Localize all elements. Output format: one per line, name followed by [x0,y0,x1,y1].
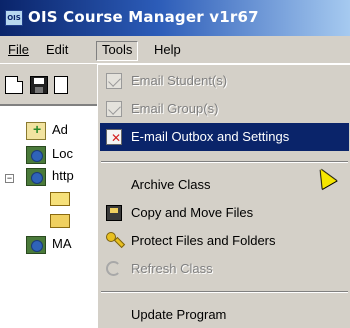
tree-node-label: Loc [52,146,73,161]
menu-protect-files[interactable]: Protect Files and Folders [100,227,349,255]
tree-node-label: MA [52,236,72,251]
menu-item-label: Refresh Class [131,261,213,276]
folder-icon [50,214,70,228]
menu-email-groups[interactable]: Email Group(s) [100,95,349,123]
menu-separator [101,161,348,163]
outbox-icon [106,129,122,145]
menu-tools-label: Tools [102,42,133,57]
collapse-icon[interactable]: − [5,174,14,183]
menu-item-label: Archive Class [131,177,211,192]
menu-file[interactable]: File [2,41,35,61]
tree-node-label: http [52,168,74,183]
print-icon[interactable] [54,76,68,94]
refresh-icon [106,261,121,276]
save-icon[interactable] [30,76,48,94]
title-bar[interactable]: OIS OIS Course Manager v1r67 [0,0,350,36]
key-icon [106,232,116,242]
add-node-icon [26,121,46,140]
server-icon [26,146,46,164]
menu-item-label: Email Group(s) [131,101,219,116]
window-title: OIS Course Manager v1r67 [28,8,259,26]
menu-item-label: Copy and Move Files [131,205,254,220]
new-file-icon[interactable] [5,76,23,94]
server-icon [26,168,46,186]
tools-menu: Email Student(s) Email Group(s) E-mail O… [97,64,350,328]
menu-email-outbox-settings[interactable]: E-mail Outbox and Settings [100,123,349,151]
email-icon [106,101,122,117]
menu-copy-move-files[interactable]: Copy and Move Files [100,199,349,227]
folder-open-icon [50,192,70,206]
menu-help-label: Help [154,42,181,57]
menu-bar: File Edit Tools Help [0,36,350,64]
menu-refresh-class[interactable]: Refresh Class [100,255,349,283]
copy-files-icon [106,205,122,221]
menu-separator [101,291,348,293]
menu-edit[interactable]: Edit [40,41,74,61]
menu-archive-class[interactable]: Archive Class [100,171,349,199]
menu-help[interactable]: Help [148,41,187,61]
menu-email-students[interactable]: Email Student(s) [100,67,349,95]
menu-item-label: Protect Files and Folders [131,233,276,248]
tree-node-label: Ad [52,122,68,137]
server-icon [26,236,46,254]
app-icon: OIS [5,10,23,26]
menu-item-label: Email Student(s) [131,73,228,88]
menu-edit-label: Edit [46,42,69,57]
menu-update-program[interactable]: Update Program [100,301,349,328]
menu-file-label: File [8,42,29,57]
email-icon [106,73,122,89]
menu-item-label: Update Program [131,307,227,322]
menu-tools[interactable]: Tools [96,41,139,61]
menu-item-label: E-mail Outbox and Settings [131,129,290,144]
